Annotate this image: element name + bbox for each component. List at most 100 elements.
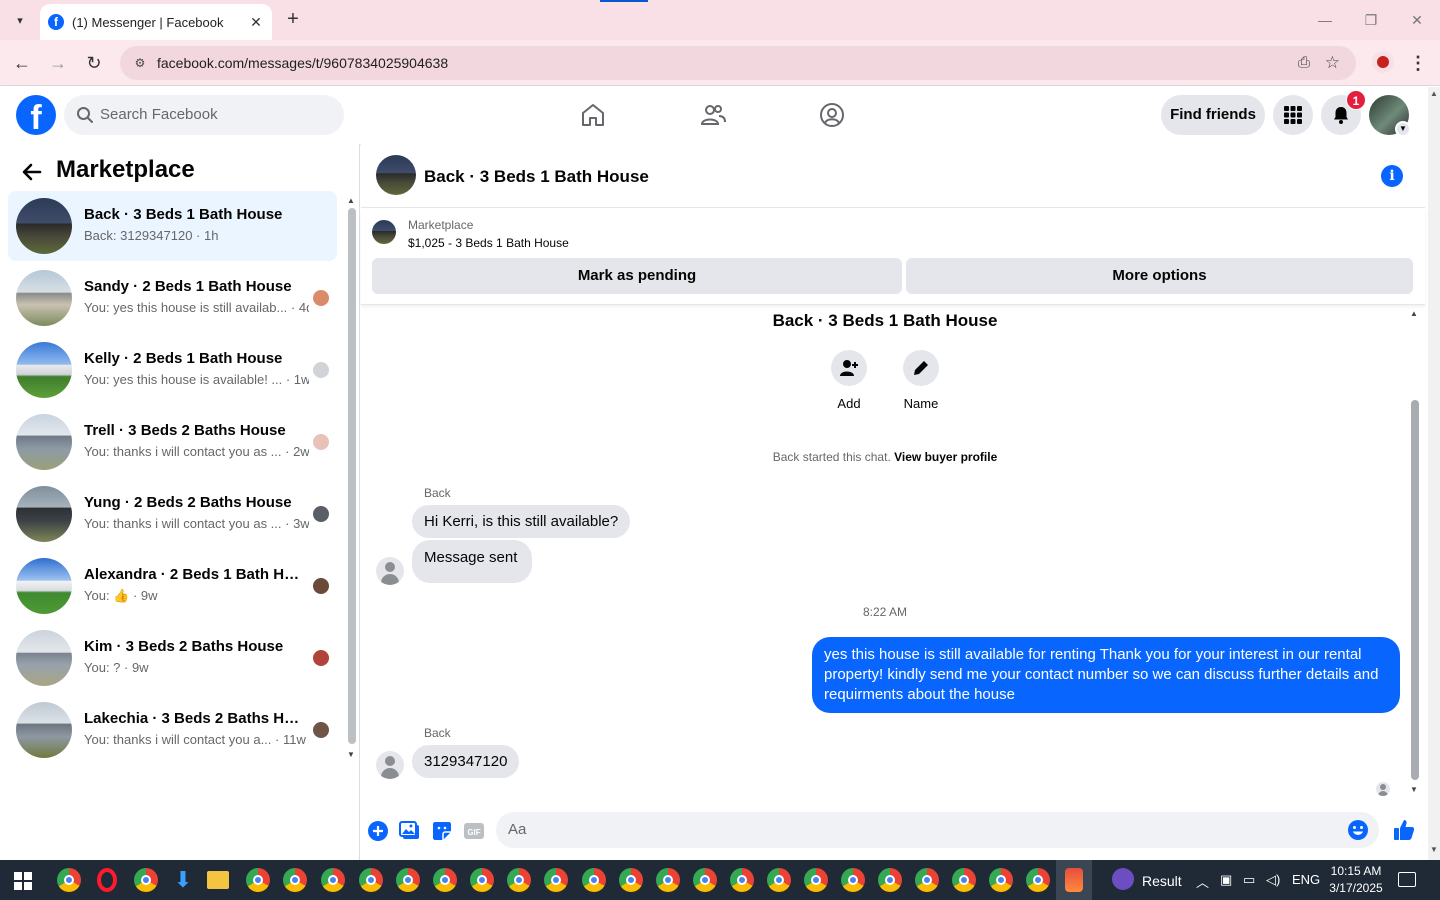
view-buyer-profile-link[interactable]: View buyer profile [894, 450, 997, 464]
sidebar-scrollbar[interactable]: ▲ ▼ [346, 196, 356, 759]
emoji-icon[interactable] [1347, 819, 1369, 841]
tab-search-button[interactable]: ▾ [8, 8, 32, 32]
sender-avatar[interactable] [376, 557, 404, 585]
chat-avatar[interactable] [376, 155, 416, 195]
chrome-icon[interactable] [57, 868, 81, 892]
download-icon[interactable]: ⬇ [171, 868, 195, 892]
chrome-profile-icon[interactable] [283, 868, 307, 892]
chrome-profile-icon[interactable] [359, 868, 383, 892]
close-tab-icon[interactable]: ✕ [248, 14, 264, 31]
sender-avatar[interactable] [376, 751, 404, 779]
chrome-profile-icon[interactable] [656, 868, 680, 892]
restore-button[interactable]: ❐ [1348, 0, 1394, 40]
chrome-profile-icon[interactable] [582, 868, 606, 892]
groups-icon[interactable] [818, 101, 846, 129]
tray-chevron-up-icon[interactable]: ︿ [1196, 872, 1209, 891]
scrollbar-thumb[interactable] [1411, 400, 1419, 780]
site-info-icon[interactable]: ⚙ [132, 55, 148, 71]
thumbs-up-icon[interactable] [1392, 818, 1416, 842]
chrome-profile-icon[interactable] [619, 868, 643, 892]
sticker-icon[interactable] [431, 820, 453, 842]
chrome-profile-icon[interactable] [134, 868, 158, 892]
result-app-icon[interactable] [1112, 868, 1134, 890]
opera-icon[interactable] [97, 868, 117, 892]
chrome-profile-icon[interactable] [246, 868, 270, 892]
home-icon[interactable] [579, 101, 607, 129]
edit-name-button[interactable]: Name [891, 350, 951, 411]
incoming-message[interactable]: Hi Kerri, is this still available? [412, 505, 631, 538]
chrome-profile-icon[interactable] [693, 868, 717, 892]
gif-icon[interactable]: GIF [463, 820, 485, 842]
scroll-down-arrow-icon[interactable]: ▼ [347, 750, 355, 759]
install-app-icon[interactable]: ⎙ [1298, 54, 1310, 71]
outgoing-message[interactable]: yes this house is still available for re… [812, 637, 1400, 713]
browser-menu-icon[interactable]: ⋮ [1408, 51, 1428, 75]
listing-price-title[interactable]: $1,025 - 3 Beds 1 Bath House [408, 236, 569, 250]
conversation-item[interactable]: Back · 3 Beds 1 Bath House Back: 3129347… [8, 191, 337, 261]
chrome-profile-icon[interactable] [507, 868, 531, 892]
facebook-search[interactable]: Search Facebook [64, 95, 344, 135]
incoming-message[interactable]: 3129347120 [412, 745, 520, 778]
scrollbar-thumb[interactable] [348, 208, 356, 744]
conversation-item[interactable]: Yung · 2 Beds 2 Baths House You: thanks … [8, 479, 337, 549]
scroll-down-arrow-icon[interactable]: ▼ [1430, 845, 1438, 854]
facebook-logo-icon[interactable]: f [16, 95, 56, 135]
chrome-profile-icon[interactable] [841, 868, 865, 892]
scroll-down-arrow-icon[interactable]: ▼ [1410, 785, 1418, 794]
chevron-down-icon[interactable]: ▼ [1395, 121, 1411, 137]
chrome-profile-icon[interactable] [915, 868, 939, 892]
omnibox[interactable]: ⚙ facebook.com/messages/t/96078340259046… [120, 46, 1356, 80]
system-clock[interactable]: 10:15 AM 3/17/2025 [1324, 863, 1388, 897]
find-friends-button[interactable]: Find friends [1161, 95, 1265, 135]
chrome-profile-icon[interactable] [878, 868, 902, 892]
conversation-item[interactable]: Kelly · 2 Beds 1 Bath House You: yes thi… [8, 335, 337, 405]
file-explorer-icon[interactable] [207, 871, 229, 889]
photo-icon[interactable] [399, 820, 421, 842]
chat-scrollbar[interactable]: ▲ ▼ [1408, 307, 1422, 797]
chat-title[interactable]: Back · 3 Beds 1 Bath House [424, 167, 649, 187]
windows-start-icon[interactable] [14, 872, 32, 890]
chrome-profile-icon[interactable] [952, 868, 976, 892]
add-people-button[interactable]: Add [819, 350, 879, 411]
back-arrow-icon[interactable] [20, 160, 44, 184]
scroll-up-arrow-icon[interactable]: ▲ [1430, 89, 1438, 98]
page-scrollbar[interactable]: ▲ ▼ [1428, 87, 1440, 860]
chrome-profile-icon[interactable] [396, 868, 420, 892]
chrome-profile-icon[interactable] [1026, 868, 1050, 892]
conversation-item[interactable]: Kim · 3 Beds 2 Baths House You: ? · 9w [8, 623, 337, 693]
chrome-profile-icon[interactable] [767, 868, 791, 892]
volume-icon[interactable]: ◁) [1266, 872, 1280, 888]
conversation-item[interactable]: Sandy · 2 Beds 1 Bath House You: yes thi… [8, 263, 337, 333]
chrome-profile-icon[interactable] [804, 868, 828, 892]
conversation-item[interactable]: Lakechia · 3 Beds 2 Baths House You: tha… [8, 695, 337, 765]
language-indicator[interactable]: ENG [1292, 872, 1320, 887]
tray-camera-icon[interactable]: ▣ [1220, 872, 1232, 888]
chrome-profile-icon[interactable] [989, 868, 1013, 892]
chrome-profile-icon[interactable] [544, 868, 568, 892]
url-text[interactable]: facebook.com/messages/t/9607834025904638 [157, 55, 448, 71]
chrome-profile-icon[interactable] [433, 868, 457, 892]
action-center-icon[interactable] [1398, 872, 1416, 887]
conversation-item[interactable]: Alexandra · 2 Beds 1 Bath Hou... You: 👍 … [8, 551, 337, 621]
plus-circle-icon[interactable] [367, 820, 389, 842]
forward-button[interactable]: → [46, 51, 70, 75]
message-input[interactable]: Aa [496, 812, 1379, 848]
network-icon[interactable]: ▭ [1243, 872, 1255, 888]
reload-button[interactable]: ↻ [82, 51, 106, 75]
bookmark-star-icon[interactable]: ☆ [1325, 53, 1340, 73]
close-window-button[interactable]: ✕ [1394, 0, 1440, 40]
chrome-profile-icon[interactable] [321, 868, 345, 892]
new-tab-button[interactable]: + [282, 8, 304, 30]
scroll-up-arrow-icon[interactable]: ▲ [1410, 309, 1418, 318]
browser-tab[interactable]: f (1) Messenger | Facebook ✕ [40, 4, 272, 40]
back-button[interactable]: ← [10, 51, 34, 75]
minimize-button[interactable]: — [1302, 0, 1348, 40]
incoming-message[interactable]: Message sent [412, 540, 533, 583]
conversation-item[interactable]: Trell · 3 Beds 2 Baths House You: thanks… [8, 407, 337, 477]
more-options-button[interactable]: More options [906, 258, 1413, 294]
chrome-profile-icon[interactable] [470, 868, 494, 892]
mark-as-pending-button[interactable]: Mark as pending [372, 258, 902, 294]
friends-icon[interactable] [699, 101, 727, 129]
browser-profile-icon[interactable] [1372, 51, 1394, 73]
info-icon[interactable]: i [1381, 165, 1403, 187]
